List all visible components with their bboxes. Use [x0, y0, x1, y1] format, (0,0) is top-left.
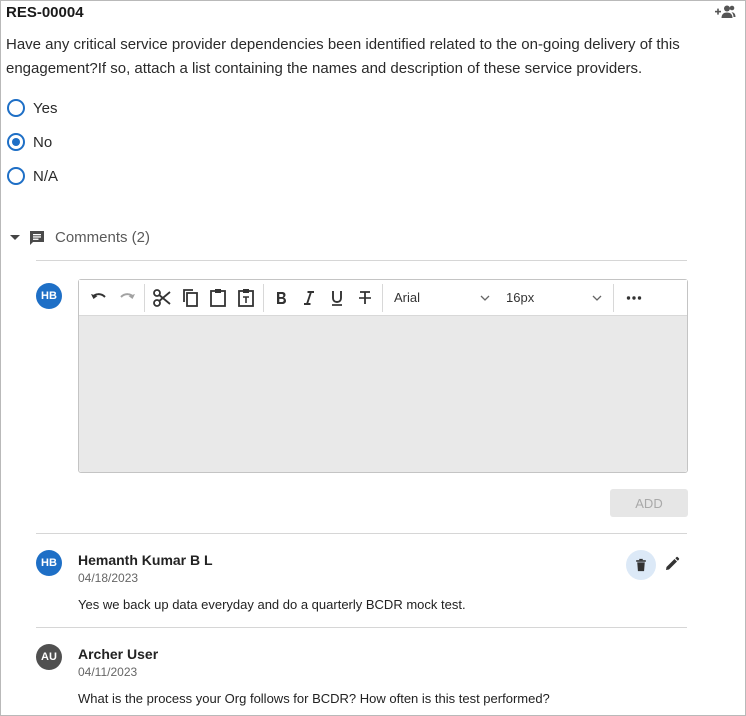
toolbar-separator: [613, 283, 614, 312]
comment-icon: [30, 230, 44, 245]
option-label: No: [33, 133, 53, 151]
comment-date: 04/18/2023: [78, 571, 139, 585]
font-size-select[interactable]: 16px: [498, 284, 610, 312]
question-text: Have any critical service provider depen…: [6, 36, 680, 77]
editor-text-area[interactable]: [79, 316, 687, 472]
font-size-value: 16px: [506, 290, 535, 305]
option-no[interactable]: No: [7, 133, 52, 151]
comment-author: Archer User: [78, 646, 159, 662]
paste-text-button[interactable]: [232, 284, 260, 312]
divider: [36, 533, 687, 534]
comment-date: 04/11/2023: [78, 665, 138, 679]
divider: [36, 260, 687, 261]
italic-button[interactable]: [295, 284, 323, 312]
cut-icon: [153, 288, 171, 307]
delete-comment-button[interactable]: [626, 550, 656, 580]
underline-button[interactable]: [323, 284, 351, 312]
divider: [36, 627, 687, 628]
edit-comment-button[interactable]: [662, 554, 682, 574]
strikethrough-button[interactable]: [351, 284, 379, 312]
redo-icon: [120, 292, 135, 299]
editor-toolbar: Arial 16px: [79, 280, 687, 316]
copy-button[interactable]: [176, 284, 204, 312]
radio-na[interactable]: [7, 167, 25, 185]
comments-toggle[interactable]: Comments (2): [10, 229, 150, 246]
font-family-select[interactable]: Arial: [386, 284, 498, 312]
toolbar-separator: [382, 283, 383, 312]
question-id: RES-00004: [6, 4, 84, 21]
more-icon: [626, 295, 642, 300]
copy-icon: [183, 288, 198, 307]
cut-button[interactable]: [148, 284, 176, 312]
underline-icon: [332, 290, 342, 306]
more-button[interactable]: [617, 284, 651, 312]
paste-button[interactable]: [204, 284, 232, 312]
caret-down-icon[interactable]: [10, 235, 20, 240]
bold-icon: [277, 291, 286, 304]
toolbar-separator: [263, 283, 264, 312]
radio-yes[interactable]: [7, 99, 25, 117]
comment-editor[interactable]: Arial 16px: [78, 279, 688, 473]
toolbar-separator: [144, 283, 145, 312]
chevron-down-icon: [592, 295, 602, 301]
font-family-value: Arial: [394, 290, 421, 305]
add-comment-button[interactable]: ADD: [610, 489, 688, 517]
avatar: HB: [36, 550, 62, 576]
option-label: Yes: [33, 99, 58, 117]
option-yes[interactable]: Yes: [7, 99, 57, 117]
paste-text-icon: [238, 288, 254, 307]
paste-icon: [210, 288, 226, 307]
strikethrough-icon: [359, 290, 371, 304]
avatar: AU: [36, 644, 62, 670]
comment-text: What is the process your Org follows for…: [78, 691, 550, 706]
comment-text: Yes we back up data everyday and do a qu…: [78, 597, 466, 612]
pencil-icon: [666, 556, 680, 570]
radio-no[interactable]: [7, 133, 25, 151]
comment-author: Hemanth Kumar B L: [78, 552, 213, 568]
bold-button[interactable]: [267, 284, 295, 312]
option-label: N/A: [33, 167, 59, 185]
chevron-down-icon: [480, 295, 490, 301]
undo-icon: [91, 292, 106, 299]
redo-button[interactable]: [113, 284, 141, 312]
undo-button[interactable]: [85, 284, 113, 312]
trash-icon: [636, 558, 646, 572]
italic-icon: [304, 290, 314, 305]
avatar: HB: [36, 283, 62, 309]
comments-title: Comments (2): [55, 229, 151, 246]
add-users-icon[interactable]: [714, 4, 736, 20]
option-na[interactable]: N/A: [7, 167, 58, 185]
